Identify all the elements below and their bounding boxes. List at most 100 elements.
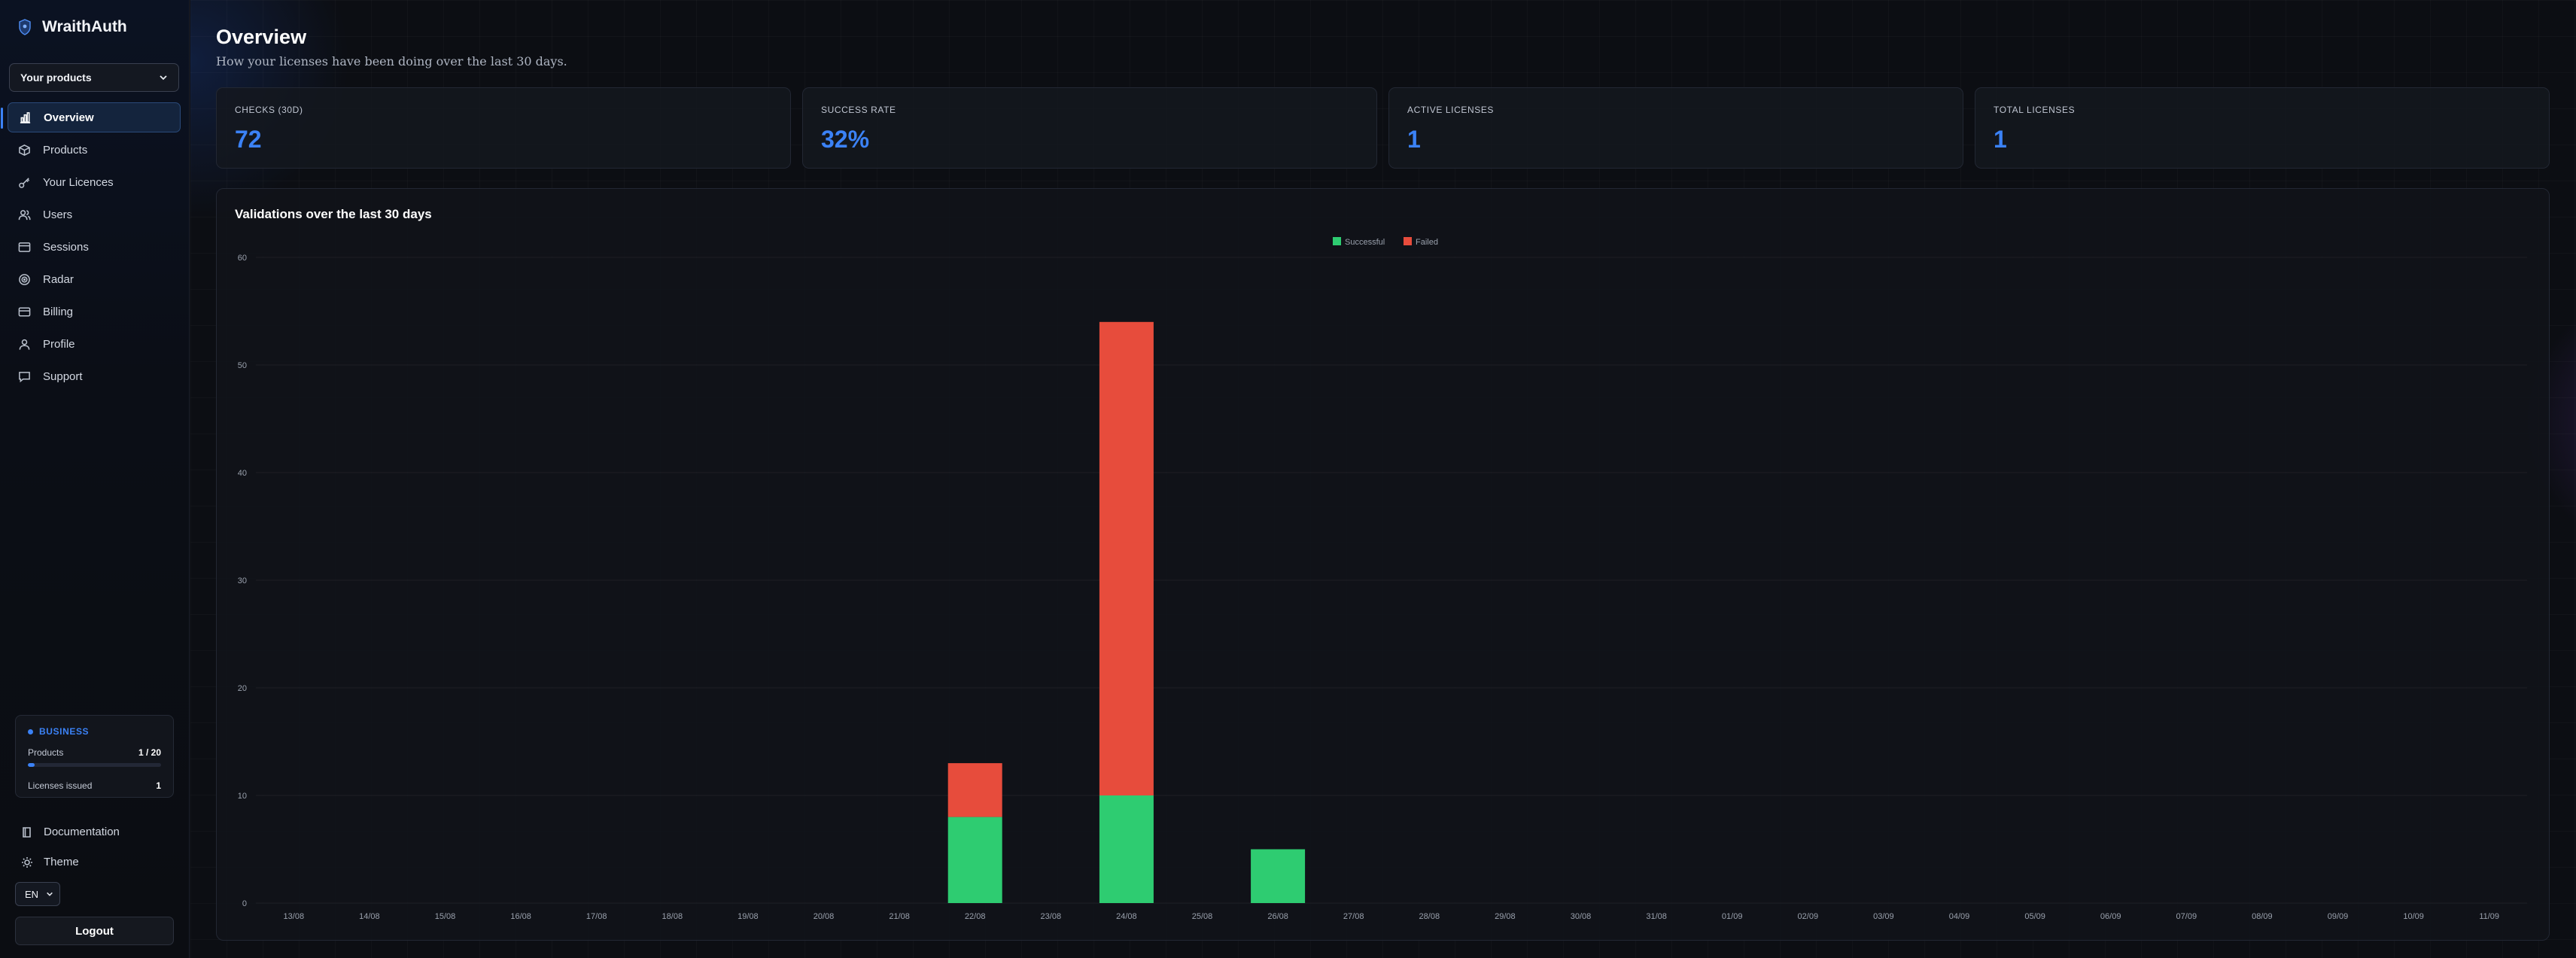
chat-icon [19, 371, 30, 382]
x-tick-label: 25/08 [1192, 912, 1213, 921]
chevron-down-icon [47, 892, 53, 896]
y-tick-label: 30 [238, 576, 247, 585]
sidebar-item-support[interactable]: Support [8, 361, 181, 391]
x-tick-label: 08/09 [2252, 912, 2273, 921]
user-icon [19, 339, 30, 350]
bar-successful [1251, 849, 1306, 903]
plan-name: BUSINESS [39, 726, 90, 737]
sidebar-nav: Overview Products Your Licences Users Se… [1, 102, 181, 394]
x-tick-label: 09/09 [2328, 912, 2349, 921]
x-tick-label: 18/08 [662, 912, 683, 921]
x-tick-label: 23/08 [1041, 912, 1062, 921]
stat-card-active-licenses: ACTIVE LICENSES 1 [1388, 87, 1963, 169]
language-select[interactable]: EN [15, 882, 60, 906]
x-tick-label: 15/08 [435, 912, 456, 921]
stat-card-success-rate: SUCCESS RATE 32% [802, 87, 1377, 169]
x-tick-label: 10/09 [2403, 912, 2424, 921]
sidebar-item-products[interactable]: Products [8, 135, 181, 165]
theme-label: Theme [44, 856, 79, 868]
stat-value: 1 [1407, 126, 1421, 153]
x-tick-label: 31/08 [1646, 912, 1667, 921]
window-icon [18, 242, 31, 252]
x-tick-label: 04/09 [1949, 912, 1970, 921]
x-tick-label: 24/08 [1116, 912, 1137, 921]
sidebar-item-label: Billing [43, 305, 74, 318]
stat-card-total-licenses: TOTAL LICENSES 1 [1975, 87, 2550, 169]
stat-label: ACTIVE LICENSES [1407, 105, 1495, 115]
card-icon [18, 307, 31, 316]
x-tick-label: 06/09 [2100, 912, 2121, 921]
x-tick-label: 03/09 [1873, 912, 1894, 921]
brand[interactable]: WraithAuth [18, 17, 127, 38]
stat-value: 32% [821, 126, 870, 153]
x-tick-label: 29/08 [1495, 912, 1516, 921]
x-tick-label: 02/09 [1798, 912, 1819, 921]
sun-icon [22, 856, 32, 868]
validations-chart-card: Validations over the last 30 days 0 10 20 3… [216, 188, 2550, 941]
plan-licenses-row: Licenses issued 1 [28, 780, 161, 791]
sidebar-item-label: Overview [44, 111, 94, 124]
chart-icon [20, 111, 31, 123]
theme-toggle[interactable]: Theme [21, 856, 79, 868]
x-tick-label: 20/08 [814, 912, 835, 921]
box-icon [19, 144, 30, 156]
plan-licenses-label: Licenses issued [28, 780, 93, 791]
users-icon [18, 209, 31, 220]
sidebar-item-label: Users [43, 208, 73, 221]
sidebar-item-profile[interactable]: Profile [8, 329, 181, 359]
language-value: EN [25, 888, 39, 900]
sidebar-item-licences[interactable]: Your Licences [8, 167, 181, 197]
sidebar-item-overview[interactable]: Overview [1, 102, 181, 132]
y-tick-label: 60 [238, 254, 247, 263]
chevron-down-icon [160, 75, 167, 81]
documentation-link[interactable]: Documentation [21, 826, 120, 838]
sidebar-item-billing[interactable]: Billing [8, 297, 181, 327]
sidebar-item-users[interactable]: Users [8, 199, 181, 230]
plan-usage-card: BUSINESS Products 1 / 20 Licenses issued… [15, 715, 174, 798]
plan-dot-icon [28, 728, 33, 734]
bar-failed [1099, 321, 1154, 795]
logout-button[interactable]: Logout [15, 917, 174, 945]
sidebar: WraithAuth Your products Overview Produc… [0, 0, 190, 958]
sidebar-item-sessions[interactable]: Sessions [8, 232, 181, 262]
bar-failed [947, 763, 1002, 817]
sidebar-item-label: Profile [43, 337, 75, 351]
sidebar-item-label: Products [43, 143, 88, 157]
x-tick-label: 21/08 [889, 912, 910, 921]
plan-licenses-value: 1 [156, 780, 161, 791]
legend-swatch [1333, 237, 1341, 245]
y-tick-label: 40 [238, 469, 247, 478]
app-name: WraithAuth [42, 18, 127, 35]
x-tick-label: 16/08 [510, 912, 531, 921]
plan-products-row: Products 1 / 20 [28, 747, 161, 758]
x-tick-label: 30/08 [1571, 912, 1592, 921]
main-content: Overview How your licenses have been doi… [190, 0, 2576, 958]
page-title: Overview [216, 26, 307, 48]
y-tick-label: 50 [238, 361, 247, 370]
sidebar-item-radar[interactable]: Radar [8, 264, 181, 294]
plan-badge: BUSINESS [28, 726, 161, 737]
stat-card-checks: CHECKS (30D) 72 [216, 87, 791, 169]
product-select-value: Your products [20, 71, 92, 84]
x-tick-label: 07/09 [2176, 912, 2197, 921]
x-tick-label: 13/08 [284, 912, 305, 921]
y-tick-label: 0 [242, 899, 247, 908]
stat-value: 1 [1994, 126, 2007, 153]
x-tick-label: 11/09 [2479, 912, 2499, 921]
plan-products-value: 1 / 20 [138, 747, 161, 758]
bar-successful [947, 817, 1002, 903]
x-tick-label: 14/08 [359, 912, 380, 921]
documentation-label: Documentation [44, 826, 120, 838]
stat-label: CHECKS (30D) [235, 105, 303, 115]
sidebar-item-label: Sessions [43, 240, 89, 254]
stat-label: SUCCESS RATE [821, 105, 896, 115]
x-tick-label: 27/08 [1343, 912, 1364, 921]
shield-logo-icon [19, 19, 31, 35]
x-tick-label: 17/08 [586, 912, 607, 921]
x-tick-label: 26/08 [1267, 912, 1288, 921]
x-tick-label: 19/08 [738, 912, 759, 921]
x-tick-label: 22/08 [965, 912, 986, 921]
book-icon [23, 826, 31, 838]
plan-products-label: Products [28, 747, 64, 758]
product-select[interactable]: Your products [9, 63, 179, 92]
